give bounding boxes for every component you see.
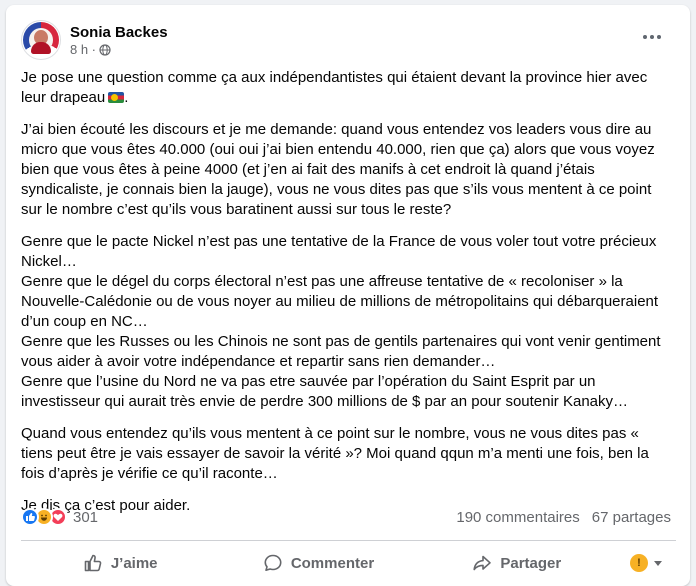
like-label: J’aime [110,554,158,572]
share-icon [473,555,492,571]
share-label: Partager [500,554,562,572]
post-paragraph-2: J’ai bien écouté les discours et je me d… [21,121,655,218]
post-header: Sonia Backes 8 h · [21,18,168,62]
more-dot-icon [657,35,661,39]
more-options-button[interactable] [634,23,670,51]
profile-avatar-icon: ! [629,554,648,572]
post-actions: J’aime Commenter Partager ! [21,545,676,581]
author-name[interactable]: Sonia Backes [70,23,168,42]
like-reaction-icon [21,508,39,526]
more-dot-icon [643,35,647,39]
post-paragraph-1: Je pose une question comme ça aux indépe… [21,69,648,106]
globe-icon [99,43,111,56]
divider [21,540,676,541]
thumbs-up-icon [84,554,102,572]
author-avatar[interactable] [21,20,61,60]
post-meta: Sonia Backes 8 h · [70,23,168,58]
reactions-summary[interactable]: 301 [21,508,98,526]
post-stats: 301 190 commentaires 67 partages [21,507,671,527]
reaction-count[interactable]: 301 [73,509,98,526]
comment-icon [264,554,282,571]
post-card: Sonia Backes 8 h · Je pose une question … [6,5,690,586]
more-dot-icon [650,35,654,39]
post-paragraph-3: Genre que le pacte Nickel n’est pas une … [21,233,661,410]
react-as-selector[interactable]: ! [616,554,676,572]
comment-label: Commenter [290,554,375,572]
like-button[interactable]: J’aime [21,545,219,581]
post-timestamp-row: 8 h · [70,42,168,58]
shares-count[interactable]: 67 partages [592,509,671,526]
post-body: Je pose une question comme ça aux indépe… [21,68,671,528]
comments-count[interactable]: 190 commentaires [456,509,579,526]
share-button[interactable]: Partager [418,545,616,581]
engagement-counts: 190 commentaires 67 partages [456,509,671,526]
flag-emoji-icon [108,92,125,103]
post-paragraph-4: Quand vous entendez qu’ils vous mentent … [21,425,649,482]
chevron-down-icon [653,560,662,566]
post-time[interactable]: 8 h · [70,42,96,58]
comment-button[interactable]: Commenter [219,545,417,581]
